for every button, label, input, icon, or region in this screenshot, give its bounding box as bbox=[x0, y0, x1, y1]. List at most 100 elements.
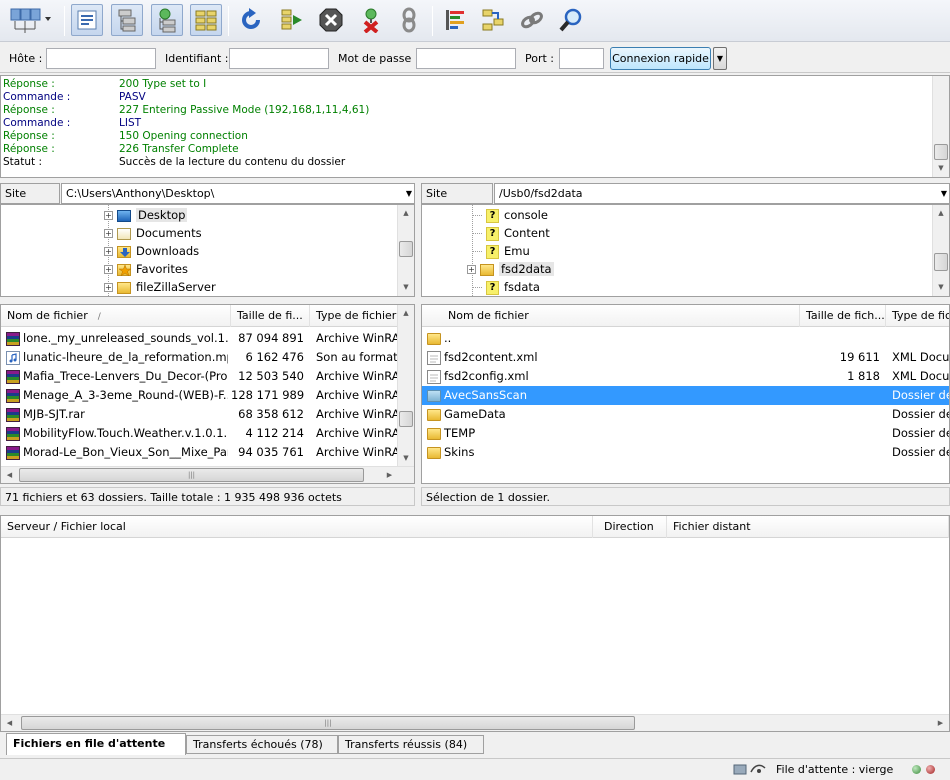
local-tree-item[interactable]: + Favorites bbox=[104, 260, 188, 278]
local-tree-scrollbar-thumb[interactable] bbox=[399, 241, 413, 257]
log-entry-text: 200 Type set to I bbox=[119, 78, 207, 90]
local-path-combo[interactable]: C:\Users\Anthony\Desktop\ ▼ bbox=[61, 183, 415, 204]
remote-tree-item[interactable]: + fsd2data bbox=[467, 260, 554, 278]
site-manager-icon[interactable] bbox=[6, 4, 52, 36]
local-file-list-hscrollbar[interactable]: ◀ ||| ▶ bbox=[1, 466, 414, 483]
remote-file-row[interactable]: fsd2content.xml 19 611 XML Docu... bbox=[422, 348, 949, 367]
column-header-name[interactable]: Nom de fichier bbox=[422, 305, 800, 327]
process-queue-icon[interactable] bbox=[275, 4, 307, 36]
file-type: XML Docu... bbox=[892, 369, 949, 383]
port-input[interactable] bbox=[559, 48, 604, 69]
column-header-name[interactable]: Nom de fichier / bbox=[1, 305, 231, 327]
expand-icon[interactable]: + bbox=[104, 229, 113, 238]
remote-path-combo[interactable]: /Usb0/fsd2data ▼ bbox=[494, 183, 950, 204]
local-tree-scrollbar[interactable]: ▲ ▼ bbox=[397, 205, 414, 296]
local-file-list-scrollbar[interactable]: ▲ ▼ bbox=[397, 305, 414, 467]
scroll-up-icon[interactable]: ▲ bbox=[398, 205, 414, 222]
remote-tree-item[interactable]: ? console bbox=[473, 206, 548, 224]
local-file-row[interactable]: Mafia_Trece-Lenvers_Du_Decor-(Pro... 12 5… bbox=[1, 367, 399, 386]
toggle-message-log-icon[interactable] bbox=[71, 4, 103, 36]
toggle-local-tree-icon[interactable] bbox=[111, 4, 143, 36]
directory-compare-icon[interactable] bbox=[439, 4, 471, 36]
scroll-right-icon[interactable]: ▶ bbox=[381, 467, 398, 483]
queue-hscrollbar-thumb[interactable]: ||| bbox=[21, 716, 635, 730]
column-header-server[interactable]: Serveur / Fichier local bbox=[1, 516, 593, 538]
scroll-left-icon[interactable]: ◀ bbox=[1, 467, 18, 483]
scroll-down-icon[interactable]: ▼ bbox=[398, 450, 414, 467]
tab-queued-files[interactable]: Fichiers en file d'attente bbox=[6, 733, 186, 755]
scroll-up-icon[interactable]: ▲ bbox=[933, 205, 949, 222]
remote-tree-item[interactable]: ? Emu bbox=[473, 242, 530, 260]
tree-item-label: Content bbox=[504, 226, 550, 240]
column-header-type[interactable]: Type de fichier bbox=[310, 305, 399, 327]
local-file-list-scrollbar-thumb[interactable] bbox=[399, 411, 413, 427]
tab-failed-transfers[interactable]: Transferts échoués (78) bbox=[186, 735, 338, 754]
link-icon[interactable] bbox=[516, 4, 548, 36]
scroll-down-icon[interactable]: ▼ bbox=[933, 279, 949, 296]
scroll-down-icon[interactable]: ▼ bbox=[933, 160, 949, 177]
column-header-direction[interactable]: Direction bbox=[593, 516, 667, 538]
column-header-size[interactable]: Taille de fi... bbox=[231, 305, 310, 327]
search-icon[interactable] bbox=[555, 4, 587, 36]
user-input[interactable] bbox=[229, 48, 329, 69]
quickconnect-button[interactable]: Connexion rapide bbox=[610, 47, 711, 70]
expand-icon[interactable]: + bbox=[104, 211, 113, 220]
file-name: Menage_A_3-3eme_Round-(WEB)-F... bbox=[23, 388, 228, 402]
local-tree-item[interactable]: + fileZillaServer bbox=[104, 278, 216, 296]
remote-file-row[interactable]: AvecSansScan Dossier de ... bbox=[422, 386, 949, 405]
local-file-row[interactable]: Morad-Le_Bon_Vieux_Son__Mixe_Par... 94 03… bbox=[1, 443, 399, 462]
scroll-up-icon[interactable]: ▲ bbox=[398, 305, 414, 322]
expand-icon[interactable]: + bbox=[467, 265, 476, 274]
cancel-icon[interactable] bbox=[315, 4, 347, 36]
sync-browsing-icon[interactable] bbox=[477, 4, 509, 36]
remote-file-row[interactable]: GameData Dossier de ... bbox=[422, 405, 949, 424]
remote-site-label: Site distant : bbox=[421, 183, 493, 219]
remote-file-row[interactable]: fsd2config.xml 1 818 XML Docu... bbox=[422, 367, 949, 386]
local-file-row[interactable]: MJB-SJT.rar 68 358 612 Archive WinRAR bbox=[1, 405, 399, 424]
local-file-list-hscrollbar-thumb[interactable]: ||| bbox=[19, 468, 364, 482]
column-header-size[interactable]: Taille de fich... bbox=[800, 305, 886, 327]
scroll-down-icon[interactable]: ▼ bbox=[398, 279, 414, 296]
remote-file-list: Nom de fichier Taille de fich... Type de… bbox=[421, 304, 950, 484]
column-header-type[interactable]: Type de fic... bbox=[886, 305, 949, 327]
password-input[interactable] bbox=[416, 48, 516, 69]
file-name: lone._my_unreleased_sounds_vol.1.zip bbox=[23, 331, 228, 345]
log-scrollbar-thumb[interactable] bbox=[934, 144, 948, 160]
expand-icon[interactable]: + bbox=[104, 283, 113, 292]
local-tree-item[interactable]: + Downloads bbox=[104, 242, 199, 260]
tab-successful-transfers[interactable]: Transferts réussis (84) bbox=[338, 735, 484, 754]
remote-tree-scrollbar[interactable]: ▲ ▼ bbox=[932, 205, 949, 296]
remote-file-row[interactable]: .. bbox=[422, 329, 949, 348]
column-header-remote[interactable]: Fichier distant bbox=[667, 516, 949, 538]
refresh-icon[interactable] bbox=[235, 4, 267, 36]
local-tree-item[interactable]: + Documents bbox=[104, 224, 202, 242]
local-file-row[interactable]: lunatic-lheure_de_la_reformation.mp3 6 16… bbox=[1, 348, 399, 367]
remote-tree-item[interactable]: ? Content bbox=[473, 224, 550, 242]
queue-hscrollbar[interactable]: ◀ ||| ▶ bbox=[1, 714, 949, 731]
chevron-down-icon[interactable]: ▼ bbox=[941, 184, 947, 203]
chevron-down-icon[interactable]: ▼ bbox=[406, 184, 412, 203]
log-entry-type: Commande : bbox=[3, 91, 71, 103]
local-file-row[interactable]: MobilityFlow.Touch.Weather.v.1.0.1.... 4 … bbox=[1, 424, 399, 443]
toggle-queue-icon[interactable] bbox=[190, 4, 222, 36]
reconnect-icon[interactable] bbox=[393, 4, 425, 36]
remote-tree-item[interactable]: ? fsdata bbox=[473, 278, 540, 296]
local-tree-item[interactable]: + Desktop bbox=[104, 206, 188, 224]
quickconnect-history-dropdown[interactable]: ▼ bbox=[713, 47, 727, 70]
file-name-cell: Skins bbox=[427, 443, 797, 462]
disconnect-icon[interactable] bbox=[355, 4, 387, 36]
host-input[interactable] bbox=[46, 48, 156, 69]
transfer-status-icon bbox=[733, 762, 767, 779]
local-file-row[interactable]: Menage_A_3-3eme_Round-(WEB)-F... 128 171 … bbox=[1, 386, 399, 405]
remote-file-row[interactable]: TEMP Dossier de ... bbox=[422, 424, 949, 443]
file-name-cell: TEMP bbox=[427, 424, 797, 443]
expand-icon[interactable]: + bbox=[104, 247, 113, 256]
log-scrollbar[interactable]: ▼ bbox=[932, 76, 949, 177]
scroll-left-icon[interactable]: ◀ bbox=[1, 715, 18, 731]
scroll-right-icon[interactable]: ▶ bbox=[932, 715, 949, 731]
remote-file-row[interactable]: Skins Dossier de ... bbox=[422, 443, 949, 462]
remote-tree-scrollbar-thumb[interactable] bbox=[934, 253, 948, 271]
toggle-remote-tree-icon[interactable] bbox=[151, 4, 183, 36]
expand-icon[interactable]: + bbox=[104, 265, 113, 274]
local-file-row[interactable]: lone._my_unreleased_sounds_vol.1.zip 87 0… bbox=[1, 329, 399, 348]
